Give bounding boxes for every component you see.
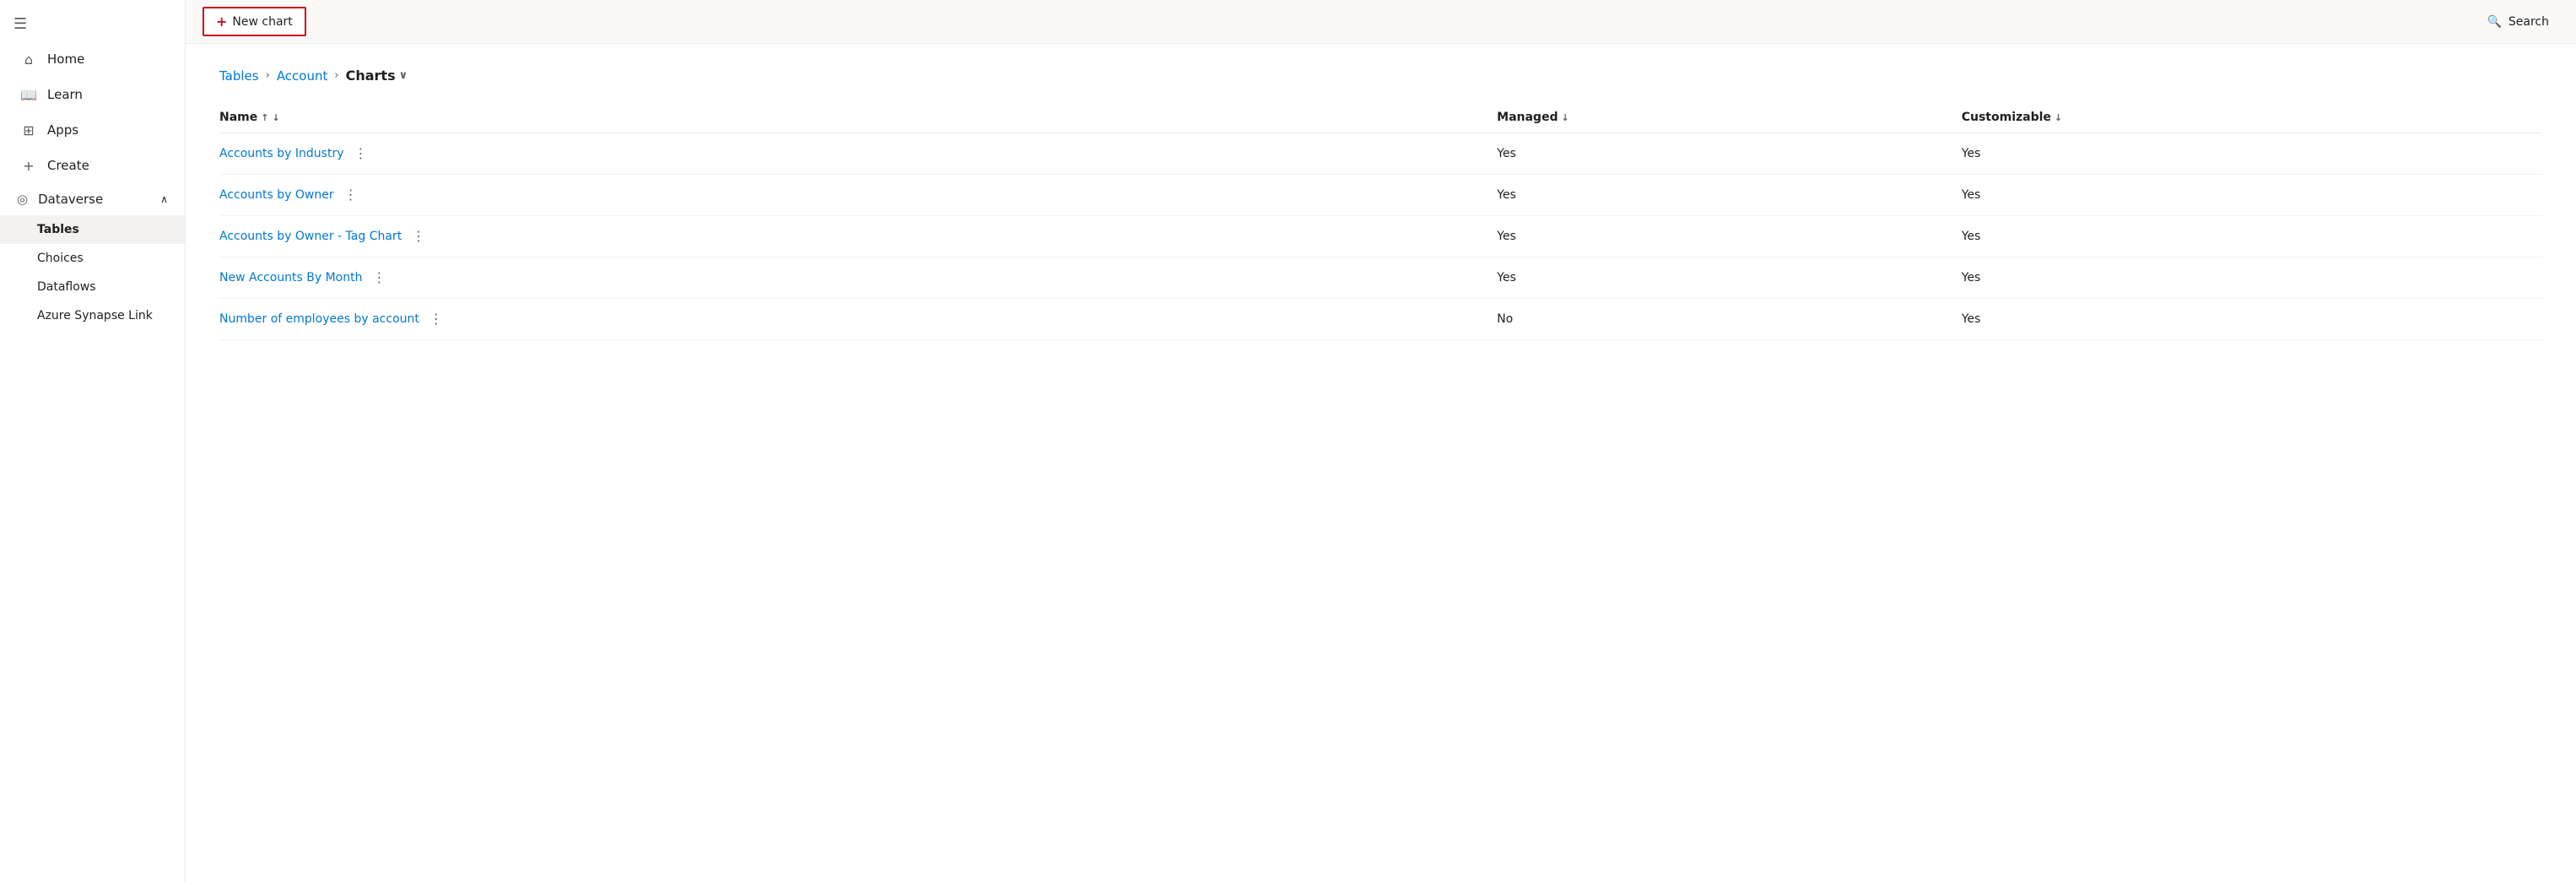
cell-managed-5: No bbox=[1497, 299, 1962, 340]
dataverse-label: Dataverse bbox=[38, 192, 103, 207]
breadcrumb-current-label: Charts bbox=[346, 68, 396, 84]
toolbar-left: + New chart bbox=[203, 7, 306, 36]
chart-name-5[interactable]: Number of employees by account bbox=[219, 312, 419, 326]
sidebar-item-choices[interactable]: Choices bbox=[0, 244, 185, 273]
cell-customizable-2: Yes bbox=[1962, 175, 2542, 216]
cell-name-4: New Accounts By Month ⋮ bbox=[219, 257, 1497, 299]
cell-name-2: Accounts by Owner ⋮ bbox=[219, 175, 1497, 216]
sidebar-item-dataflows[interactable]: Dataflows bbox=[0, 273, 185, 301]
table-row: Accounts by Owner - Tag Chart ⋮ YesYes bbox=[219, 216, 2542, 257]
sidebar-item-label: Apps bbox=[47, 122, 78, 138]
sidebar-item-learn[interactable]: 📖 Learn bbox=[3, 78, 181, 111]
tables-label: Tables bbox=[37, 223, 79, 236]
dataverse-chevron-icon: ∧ bbox=[160, 193, 168, 205]
name-sort-desc-icon: ↓ bbox=[272, 112, 279, 123]
choices-label: Choices bbox=[37, 252, 84, 265]
sidebar-item-label: Create bbox=[47, 158, 89, 173]
cell-customizable-4: Yes bbox=[1962, 257, 2542, 299]
column-managed-label: Managed bbox=[1497, 111, 1558, 124]
search-label: Search bbox=[2508, 15, 2549, 29]
cell-customizable-5: Yes bbox=[1962, 299, 2542, 340]
sidebar-item-create[interactable]: + Create bbox=[3, 149, 181, 182]
charts-table: Name ↑ ↓ Managed ↓ Customizable bbox=[219, 104, 2542, 340]
learn-icon: 📖 bbox=[20, 86, 37, 103]
chart-name-4[interactable]: New Accounts By Month bbox=[219, 271, 362, 284]
breadcrumb: Tables › Account › Charts ∨ bbox=[219, 68, 2542, 84]
managed-sort-icon: ↓ bbox=[1561, 112, 1569, 123]
more-menu-button-5[interactable]: ⋮ bbox=[424, 311, 448, 328]
cell-managed-3: Yes bbox=[1497, 216, 1962, 257]
toolbar-right: 🔍 Search bbox=[2476, 10, 2559, 34]
column-header-managed[interactable]: Managed ↓ bbox=[1497, 104, 1962, 133]
hamburger-button[interactable]: ☰ bbox=[0, 7, 185, 41]
more-menu-button-3[interactable]: ⋮ bbox=[407, 228, 430, 245]
breadcrumb-account[interactable]: Account bbox=[277, 68, 328, 84]
chart-name-3[interactable]: Accounts by Owner - Tag Chart bbox=[219, 230, 402, 243]
cell-customizable-3: Yes bbox=[1962, 216, 2542, 257]
breadcrumb-current: Charts ∨ bbox=[346, 68, 408, 84]
cell-managed-2: Yes bbox=[1497, 175, 1962, 216]
cell-name-1: Accounts by Industry ⋮ bbox=[219, 133, 1497, 175]
chart-name-1[interactable]: Accounts by Industry bbox=[219, 147, 343, 160]
sidebar-item-label: Home bbox=[47, 51, 84, 67]
customizable-sort-icon: ↓ bbox=[2055, 112, 2062, 123]
breadcrumb-tables[interactable]: Tables bbox=[219, 68, 259, 84]
name-sort-asc-icon: ↑ bbox=[261, 112, 268, 123]
cell-name-3: Accounts by Owner - Tag Chart ⋮ bbox=[219, 216, 1497, 257]
search-button[interactable]: 🔍 Search bbox=[2476, 10, 2559, 34]
cell-customizable-1: Yes bbox=[1962, 133, 2542, 175]
sidebar-item-tables[interactable]: Tables bbox=[0, 215, 185, 244]
search-icon: 🔍 bbox=[2487, 15, 2501, 29]
breadcrumb-separator-1: › bbox=[266, 69, 270, 82]
column-header-customizable[interactable]: Customizable ↓ bbox=[1962, 104, 2542, 133]
sidebar-item-azure-synapse[interactable]: Azure Synapse Link bbox=[0, 301, 185, 330]
column-name-label: Name bbox=[219, 111, 257, 124]
new-chart-label: New chart bbox=[232, 15, 292, 29]
more-menu-button-1[interactable]: ⋮ bbox=[348, 145, 372, 162]
table-row: Accounts by Owner ⋮ YesYes bbox=[219, 175, 2542, 216]
more-menu-button-4[interactable]: ⋮ bbox=[367, 269, 391, 286]
table-row: Accounts by Industry ⋮ YesYes bbox=[219, 133, 2542, 175]
new-chart-button[interactable]: + New chart bbox=[203, 7, 306, 36]
home-icon: ⌂ bbox=[20, 51, 37, 68]
breadcrumb-chevron-icon[interactable]: ∨ bbox=[399, 69, 408, 82]
chart-name-2[interactable]: Accounts by Owner bbox=[219, 188, 334, 202]
more-menu-button-2[interactable]: ⋮ bbox=[339, 187, 363, 203]
create-icon: + bbox=[20, 157, 37, 174]
sidebar-item-apps[interactable]: ⊞ Apps bbox=[3, 113, 181, 147]
dataverse-icon: ◎ bbox=[17, 192, 28, 207]
table-row: Number of employees by account ⋮ NoYes bbox=[219, 299, 2542, 340]
main-wrapper: + New chart 🔍 Search Tables › Account › … bbox=[186, 0, 2576, 883]
dataflows-label: Dataflows bbox=[37, 280, 96, 294]
sidebar: ☰ ⌂ Home 📖 Learn ⊞ Apps + Create ◎ Datav… bbox=[0, 0, 186, 883]
cell-managed-1: Yes bbox=[1497, 133, 1962, 175]
sidebar-item-home[interactable]: ⌂ Home bbox=[3, 42, 181, 76]
cell-managed-4: Yes bbox=[1497, 257, 1962, 299]
sidebar-item-label: Learn bbox=[47, 87, 83, 102]
sidebar-section-dataverse[interactable]: ◎ Dataverse ∧ bbox=[0, 183, 185, 215]
main-content: Tables › Account › Charts ∨ Name ↑ ↓ bbox=[186, 44, 2576, 883]
toolbar: + New chart 🔍 Search bbox=[186, 0, 2576, 44]
plus-icon: + bbox=[216, 14, 227, 30]
column-customizable-label: Customizable bbox=[1962, 111, 2051, 124]
column-header-name[interactable]: Name ↑ ↓ bbox=[219, 104, 1497, 133]
breadcrumb-separator-2: › bbox=[334, 69, 338, 82]
table-row: New Accounts By Month ⋮ YesYes bbox=[219, 257, 2542, 299]
apps-icon: ⊞ bbox=[20, 122, 37, 138]
azure-synapse-label: Azure Synapse Link bbox=[37, 309, 153, 322]
cell-name-5: Number of employees by account ⋮ bbox=[219, 299, 1497, 340]
